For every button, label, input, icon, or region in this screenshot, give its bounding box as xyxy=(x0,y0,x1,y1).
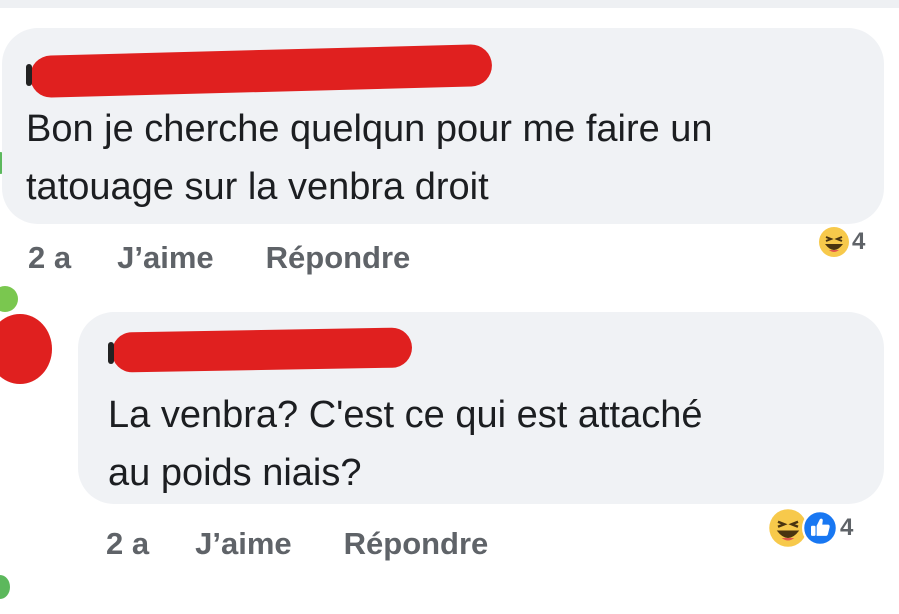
avatar-edge-green xyxy=(0,286,18,312)
comment-text-line: au poids niais? xyxy=(108,452,362,494)
redaction-mark xyxy=(26,64,32,86)
reaction-count: 4 xyxy=(840,514,854,541)
comment-actions: 2 a J’aime Répondre xyxy=(28,240,410,276)
like-link[interactable]: J’aime xyxy=(117,240,214,276)
top-divider xyxy=(0,0,899,8)
reply-bubble: La venbra? C'est ce qui est attaché au p… xyxy=(78,312,884,504)
reaction-summary[interactable]: 4 xyxy=(818,226,865,258)
comment-timestamp[interactable]: 2 a xyxy=(106,526,149,562)
comment-text: La venbra? C'est ce qui est attaché au p… xyxy=(108,386,703,502)
reaction-count: 4 xyxy=(852,228,866,255)
comment-bubble: Bon je cherche quelqun pour me faire un … xyxy=(2,28,884,224)
haha-icon xyxy=(818,226,850,258)
reaction-summary[interactable]: 4 xyxy=(768,508,853,548)
redaction-mark xyxy=(108,342,114,364)
comment-text-line: La venbra? C'est ce qui est attaché xyxy=(108,394,703,436)
like-icon xyxy=(802,510,838,546)
comment-text: Bon je cherche quelqun pour me faire un … xyxy=(26,100,713,216)
reply-link[interactable]: Répondre xyxy=(266,240,411,276)
comment-actions: 2 a J’aime Répondre xyxy=(106,526,488,562)
comment-text-line: tatouage sur la venbra droit xyxy=(26,166,489,208)
avatar-edge-green xyxy=(0,575,10,599)
comment-text-line: Bon je cherche quelqun pour me faire un xyxy=(26,108,713,150)
comment-timestamp[interactable]: 2 a xyxy=(28,240,71,276)
avatar[interactable] xyxy=(0,314,52,384)
like-link[interactable]: J’aime xyxy=(195,526,292,562)
author-name-redacted[interactable] xyxy=(29,43,493,99)
author-name-redacted[interactable] xyxy=(111,327,413,373)
reply-link[interactable]: Répondre xyxy=(344,526,489,562)
